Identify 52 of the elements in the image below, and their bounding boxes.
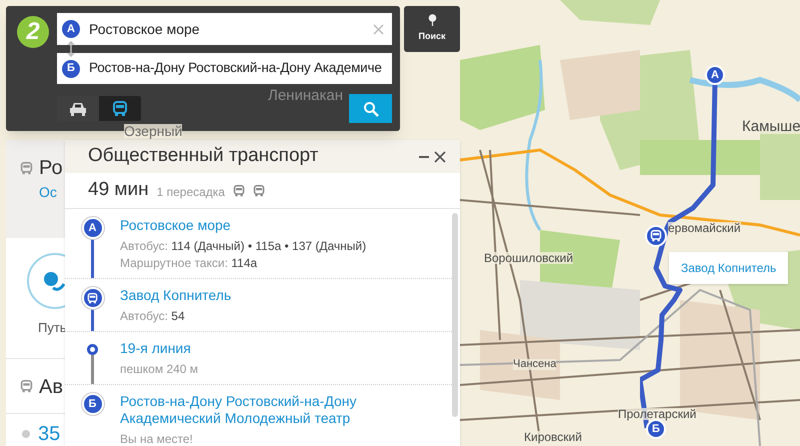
car-icon	[69, 102, 87, 116]
stop-detail: пешком 240 м	[120, 361, 200, 378]
stop-detail: Маршрутное такси: 114а	[120, 255, 258, 272]
map-place-label: Кировский	[524, 431, 582, 443]
side-title: Ав	[39, 376, 63, 396]
destination-value: Ростов-на-Дону Ростовский-на-Дону Академиче	[89, 59, 382, 78]
trip-duration: 49 мин	[88, 178, 149, 202]
start-marker: А	[62, 20, 80, 38]
map-place-label: Камыше	[742, 119, 800, 134]
bus-icon	[112, 100, 128, 116]
logo: 2	[17, 16, 49, 48]
stop-link[interactable]: Ростов-на-Дону Ростовский-на-Дону Академический Молодежный театр	[120, 393, 448, 427]
swap-icon[interactable]	[66, 41, 76, 57]
stop-detail: Автобус: 114 (Дачный) • 115а • 137 (Дачный)	[120, 238, 368, 255]
scrollbar[interactable]	[452, 213, 458, 417]
side-subtitle[interactable]: Ос	[39, 182, 57, 203]
stop-detail: Автобус: 54	[120, 308, 186, 325]
map-place-label: Пролетарский	[618, 408, 696, 420]
pin-icon	[428, 14, 436, 26]
start-input-text[interactable]: Ростовское море	[89, 18, 364, 40]
route-number[interactable]: 35	[38, 424, 60, 444]
map-place-label: ервомайский	[668, 222, 741, 234]
transfer-count: 1 пересадка	[156, 184, 225, 201]
search-button[interactable]	[349, 94, 392, 123]
end-marker: Б	[62, 60, 80, 78]
stop-marker: А	[82, 217, 104, 239]
side-title: Ро	[39, 158, 63, 178]
map-place-label: Чансена	[513, 359, 556, 370]
map-place-label: Озерный	[124, 124, 182, 138]
destination-input[interactable]: Б Ростов-на-Дону Ростовский-на-Дону Академиче	[57, 53, 392, 84]
bus-icon	[232, 184, 245, 196]
transit-mode-button[interactable]	[99, 96, 141, 121]
panel-title: Общественный транспорт	[88, 144, 320, 168]
stop-detail: Вы на месте!	[120, 431, 194, 446]
bus-icon	[20, 162, 33, 174]
stop-link[interactable]: Завод Копнитель	[120, 287, 448, 304]
close-icon[interactable]	[434, 150, 446, 162]
stop-link[interactable]: 19-я линия	[120, 340, 448, 357]
search-icon	[362, 100, 378, 116]
map-place-label: Ворошиловский	[484, 252, 574, 264]
bus-icon	[20, 380, 33, 393]
bus-icon	[252, 184, 265, 196]
search-tab-button[interactable]: Поиск	[404, 6, 460, 52]
path-label: Путь	[37, 319, 68, 337]
bus-icon	[650, 230, 662, 242]
stop-marker: Б	[82, 393, 104, 415]
map-callout: Завод Копнитель	[669, 252, 788, 284]
map-place-label: Ленинакан	[268, 88, 343, 103]
stop-link[interactable]: Ростовское море	[120, 217, 448, 234]
start-input[interactable]: А Ростовское море	[57, 13, 392, 45]
walk-point-marker	[87, 344, 98, 355]
bus-icon	[87, 292, 98, 304]
